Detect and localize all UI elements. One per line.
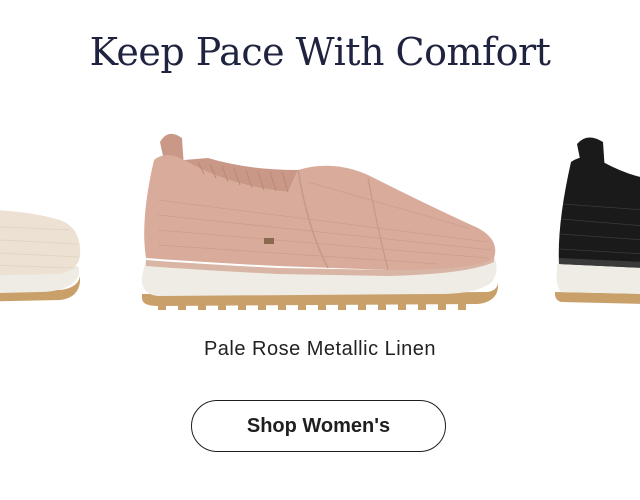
product-shoe-image-active[interactable]: [138, 130, 500, 315]
product-shoe-image-prev[interactable]: [0, 180, 85, 310]
cream-shoe-image: [0, 210, 81, 302]
black-shoe-image: [555, 137, 640, 304]
product-name-label[interactable]: Pale Rose Metallic Linen: [0, 338, 640, 361]
product-carousel[interactable]: [0, 120, 640, 320]
pale-rose-shoe-image: [141, 133, 498, 310]
product-shoe-image-next[interactable]: [555, 134, 640, 309]
shop-womens-button[interactable]: Shop Women's: [191, 400, 446, 452]
section-headline: Keep Pace With Comfort: [89, 30, 551, 74]
